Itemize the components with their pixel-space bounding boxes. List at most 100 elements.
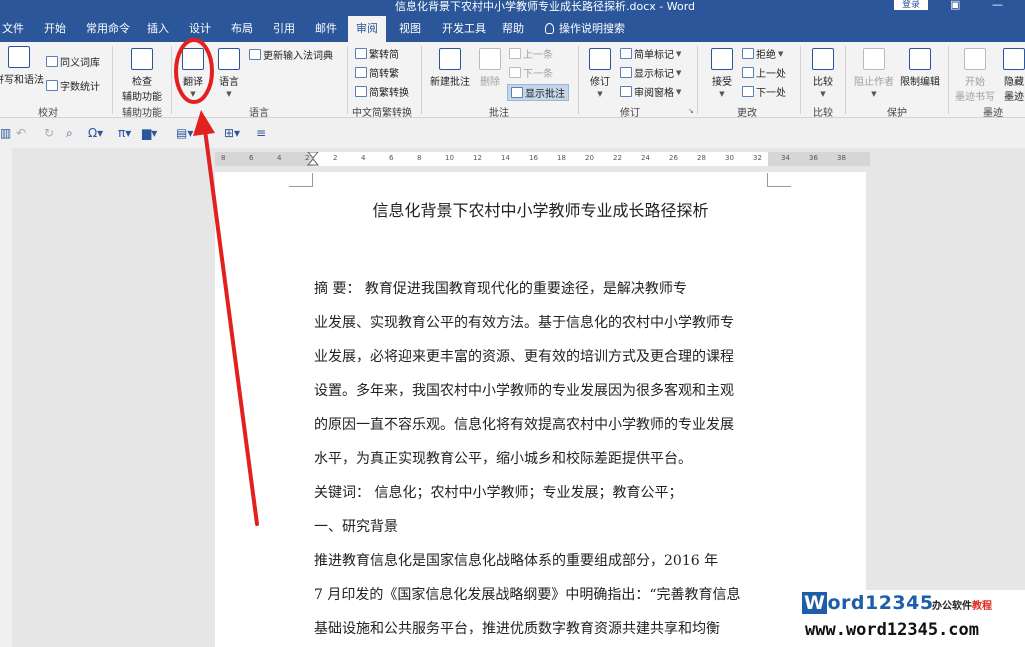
redo-icon[interactable]: ↻ bbox=[44, 126, 54, 140]
borders-icon[interactable]: ⊞▾ bbox=[224, 126, 240, 140]
block-authors-dropdown-icon: ▼ bbox=[871, 90, 877, 98]
tab-layout[interactable]: 布局 bbox=[231, 20, 253, 36]
thesaurus-label: 同义词库 bbox=[60, 58, 100, 69]
t2s-label: 繁转简 bbox=[369, 50, 399, 61]
group-separator bbox=[421, 46, 422, 114]
tab-references[interactable]: 引用 bbox=[273, 20, 295, 36]
next-change-button[interactable]: 下一处 bbox=[742, 84, 786, 99]
restrict-editing-button[interactable]: 限制编辑 bbox=[897, 48, 943, 88]
ribbon-display-icon[interactable]: ▣ bbox=[950, 0, 960, 11]
convert-icon bbox=[355, 86, 367, 97]
tracking-options-icon[interactable]: ↘ bbox=[688, 107, 694, 115]
tell-me-search[interactable]: 操作说明搜索 bbox=[545, 20, 625, 36]
translate-dropdown-icon: ▼ bbox=[190, 90, 196, 98]
markup-select[interactable]: 简单标记 ▼ bbox=[620, 46, 681, 61]
track-dropdown-icon: ▼ bbox=[597, 90, 603, 98]
undo-icon[interactable]: ↶ bbox=[16, 126, 26, 140]
check-accessibility-button[interactable]: 检查 辅助功能 bbox=[118, 48, 166, 103]
show-markup-button[interactable]: 显示标记 ▼ bbox=[620, 65, 681, 80]
simple-markup-label: 简单标记 bbox=[634, 50, 674, 61]
quick-access-toolbar: ▥ ↶ ↻ ⌕ Ω▾ π▾ ▆▾ ▤▾ ⊞▾ ≡ bbox=[0, 118, 1025, 148]
simp-to-trad-button[interactable]: 简转繁 bbox=[355, 65, 399, 80]
show-markup-dropdown-icon: ▼ bbox=[676, 68, 682, 77]
prev-comment-button[interactable]: 上一条 bbox=[509, 46, 553, 61]
show-comments-button[interactable]: 显示批注 bbox=[507, 84, 569, 101]
watermark-brand: Word12345 bbox=[802, 592, 934, 614]
login-button[interactable]: 登录 bbox=[894, 0, 928, 10]
document-page[interactable]: 信息化背景下农村中小学教师专业成长路径探析 摘 要： 教育促进我国教育现代化的重… bbox=[215, 172, 866, 647]
indent-marker-icon[interactable] bbox=[307, 152, 319, 166]
document-line: 业发展，必将迎来更丰富的资源、更有效的培训方式及更合理的课程 bbox=[314, 349, 734, 365]
table-icon[interactable]: ▥ bbox=[0, 126, 11, 140]
accept-button[interactable]: 接受 ▼ bbox=[708, 48, 736, 99]
document-line: 摘 要： 教育促进我国教育现代化的重要途径，是解决教师专 bbox=[314, 281, 687, 297]
customize-qat-icon[interactable]: ≡ bbox=[256, 126, 266, 140]
horizontal-ruler[interactable]: 8 6 4 2 2 4 6 8 10 12 14 16 18 20 22 24 26 28 30 32 34 36 38 bbox=[215, 152, 870, 166]
next-change-label: 下一处 bbox=[756, 88, 786, 99]
compare-dropdown-icon: ▼ bbox=[820, 90, 826, 98]
equation-icon[interactable]: π▾ bbox=[118, 126, 131, 140]
prev-comment-icon bbox=[509, 48, 521, 59]
tab-mailings[interactable]: 邮件 bbox=[315, 20, 337, 36]
ruler-number: 16 bbox=[529, 154, 538, 162]
group-label-accessibility: 辅助功能 bbox=[122, 108, 162, 119]
thesaurus-button[interactable]: 同义词库 bbox=[46, 54, 100, 69]
markup-dropdown-icon: ▼ bbox=[676, 49, 682, 58]
review-pane-button[interactable]: 审阅窗格 ▼ bbox=[620, 84, 681, 99]
language-button[interactable]: 语言 ▼ bbox=[213, 48, 245, 99]
reject-button[interactable]: 拒绝 ▼ bbox=[742, 46, 783, 61]
ruler-number: 36 bbox=[809, 154, 818, 162]
ruler-number: 18 bbox=[557, 154, 566, 162]
print-preview-icon[interactable]: ⌕ bbox=[66, 126, 73, 141]
hide-ink-button[interactable]: 隐藏 墨迹 bbox=[998, 48, 1025, 103]
tab-home[interactable]: 开始 bbox=[44, 20, 66, 36]
paste-icon[interactable]: ▤▾ bbox=[176, 126, 193, 140]
simp-trad-icon bbox=[355, 67, 367, 78]
compare-button[interactable]: 比较 ▼ bbox=[809, 48, 837, 99]
watermark: Word12345 办公软件教程 www.word12345.com bbox=[800, 590, 1025, 647]
word-count-button[interactable]: 字数统计 bbox=[46, 78, 100, 93]
check-label-2: 辅助功能 bbox=[122, 92, 162, 103]
document-line: 7 月印发的《国家信息化发展战略纲要》中明确指出：“完善教育信息 bbox=[314, 587, 741, 603]
show-comments-label: 显示批注 bbox=[525, 89, 565, 100]
tab-view[interactable]: 视图 bbox=[399, 20, 421, 36]
spelling-grammar-button[interactable]: 拼写和语法 bbox=[0, 46, 44, 86]
track-changes-button[interactable]: 修订 ▼ bbox=[586, 48, 614, 99]
ruler-number: 38 bbox=[837, 154, 846, 162]
trad-to-simp-button[interactable]: 繁转简 bbox=[355, 46, 399, 61]
tab-commands[interactable]: 常用命令 bbox=[86, 20, 130, 36]
check-label: 检查 bbox=[132, 77, 152, 88]
document-line: 一、研究背景 bbox=[314, 519, 398, 535]
prev-change-button[interactable]: 上一处 bbox=[742, 65, 786, 80]
start-inking-button[interactable]: 开始 墨迹书写 bbox=[953, 48, 997, 103]
tab-insert[interactable]: 插入 bbox=[147, 20, 169, 36]
new-comment-button[interactable]: 新建批注 bbox=[427, 48, 473, 88]
translate-button[interactable]: 翻译 ▼ bbox=[178, 48, 208, 99]
update-ime-button[interactable]: 更新输入法词典 bbox=[249, 47, 333, 62]
tab-help[interactable]: 帮助 bbox=[502, 20, 524, 36]
ruler-number: 28 bbox=[697, 154, 706, 162]
ruler-number: 4 bbox=[277, 154, 282, 162]
accessibility-icon bbox=[131, 48, 153, 70]
shading-icon[interactable]: ▆▾ bbox=[142, 126, 157, 140]
delete-comment-icon bbox=[479, 48, 501, 70]
accept-icon bbox=[711, 48, 733, 70]
tab-review[interactable]: 审阅 bbox=[348, 16, 386, 42]
tab-design[interactable]: 设计 bbox=[189, 20, 211, 36]
ruler-number: 6 bbox=[249, 154, 254, 162]
track-label: 修订 bbox=[590, 77, 610, 88]
accept-dropdown-icon: ▼ bbox=[719, 90, 725, 98]
minimize-icon[interactable]: — bbox=[992, 0, 1003, 11]
group-separator bbox=[800, 46, 801, 114]
document-line: 关键词： 信息化；农村中小学教师；专业发展；教育公平； bbox=[314, 485, 683, 501]
tab-file[interactable]: 文件 bbox=[2, 20, 24, 36]
hide-ink-label-2: 墨迹 bbox=[1004, 92, 1024, 103]
block-authors-button[interactable]: 阻止作者 ▼ bbox=[852, 48, 896, 99]
symbol-icon[interactable]: Ω▾ bbox=[88, 126, 103, 140]
tab-developer[interactable]: 开发工具 bbox=[442, 20, 486, 36]
chinese-convert-button[interactable]: 简繁转换 bbox=[355, 84, 409, 99]
next-comment-button[interactable]: 下一条 bbox=[509, 65, 553, 80]
delete-comment-button[interactable]: 删除 bbox=[476, 48, 504, 88]
tell-me-label: 操作说明搜索 bbox=[559, 22, 625, 35]
group-separator bbox=[948, 46, 949, 114]
